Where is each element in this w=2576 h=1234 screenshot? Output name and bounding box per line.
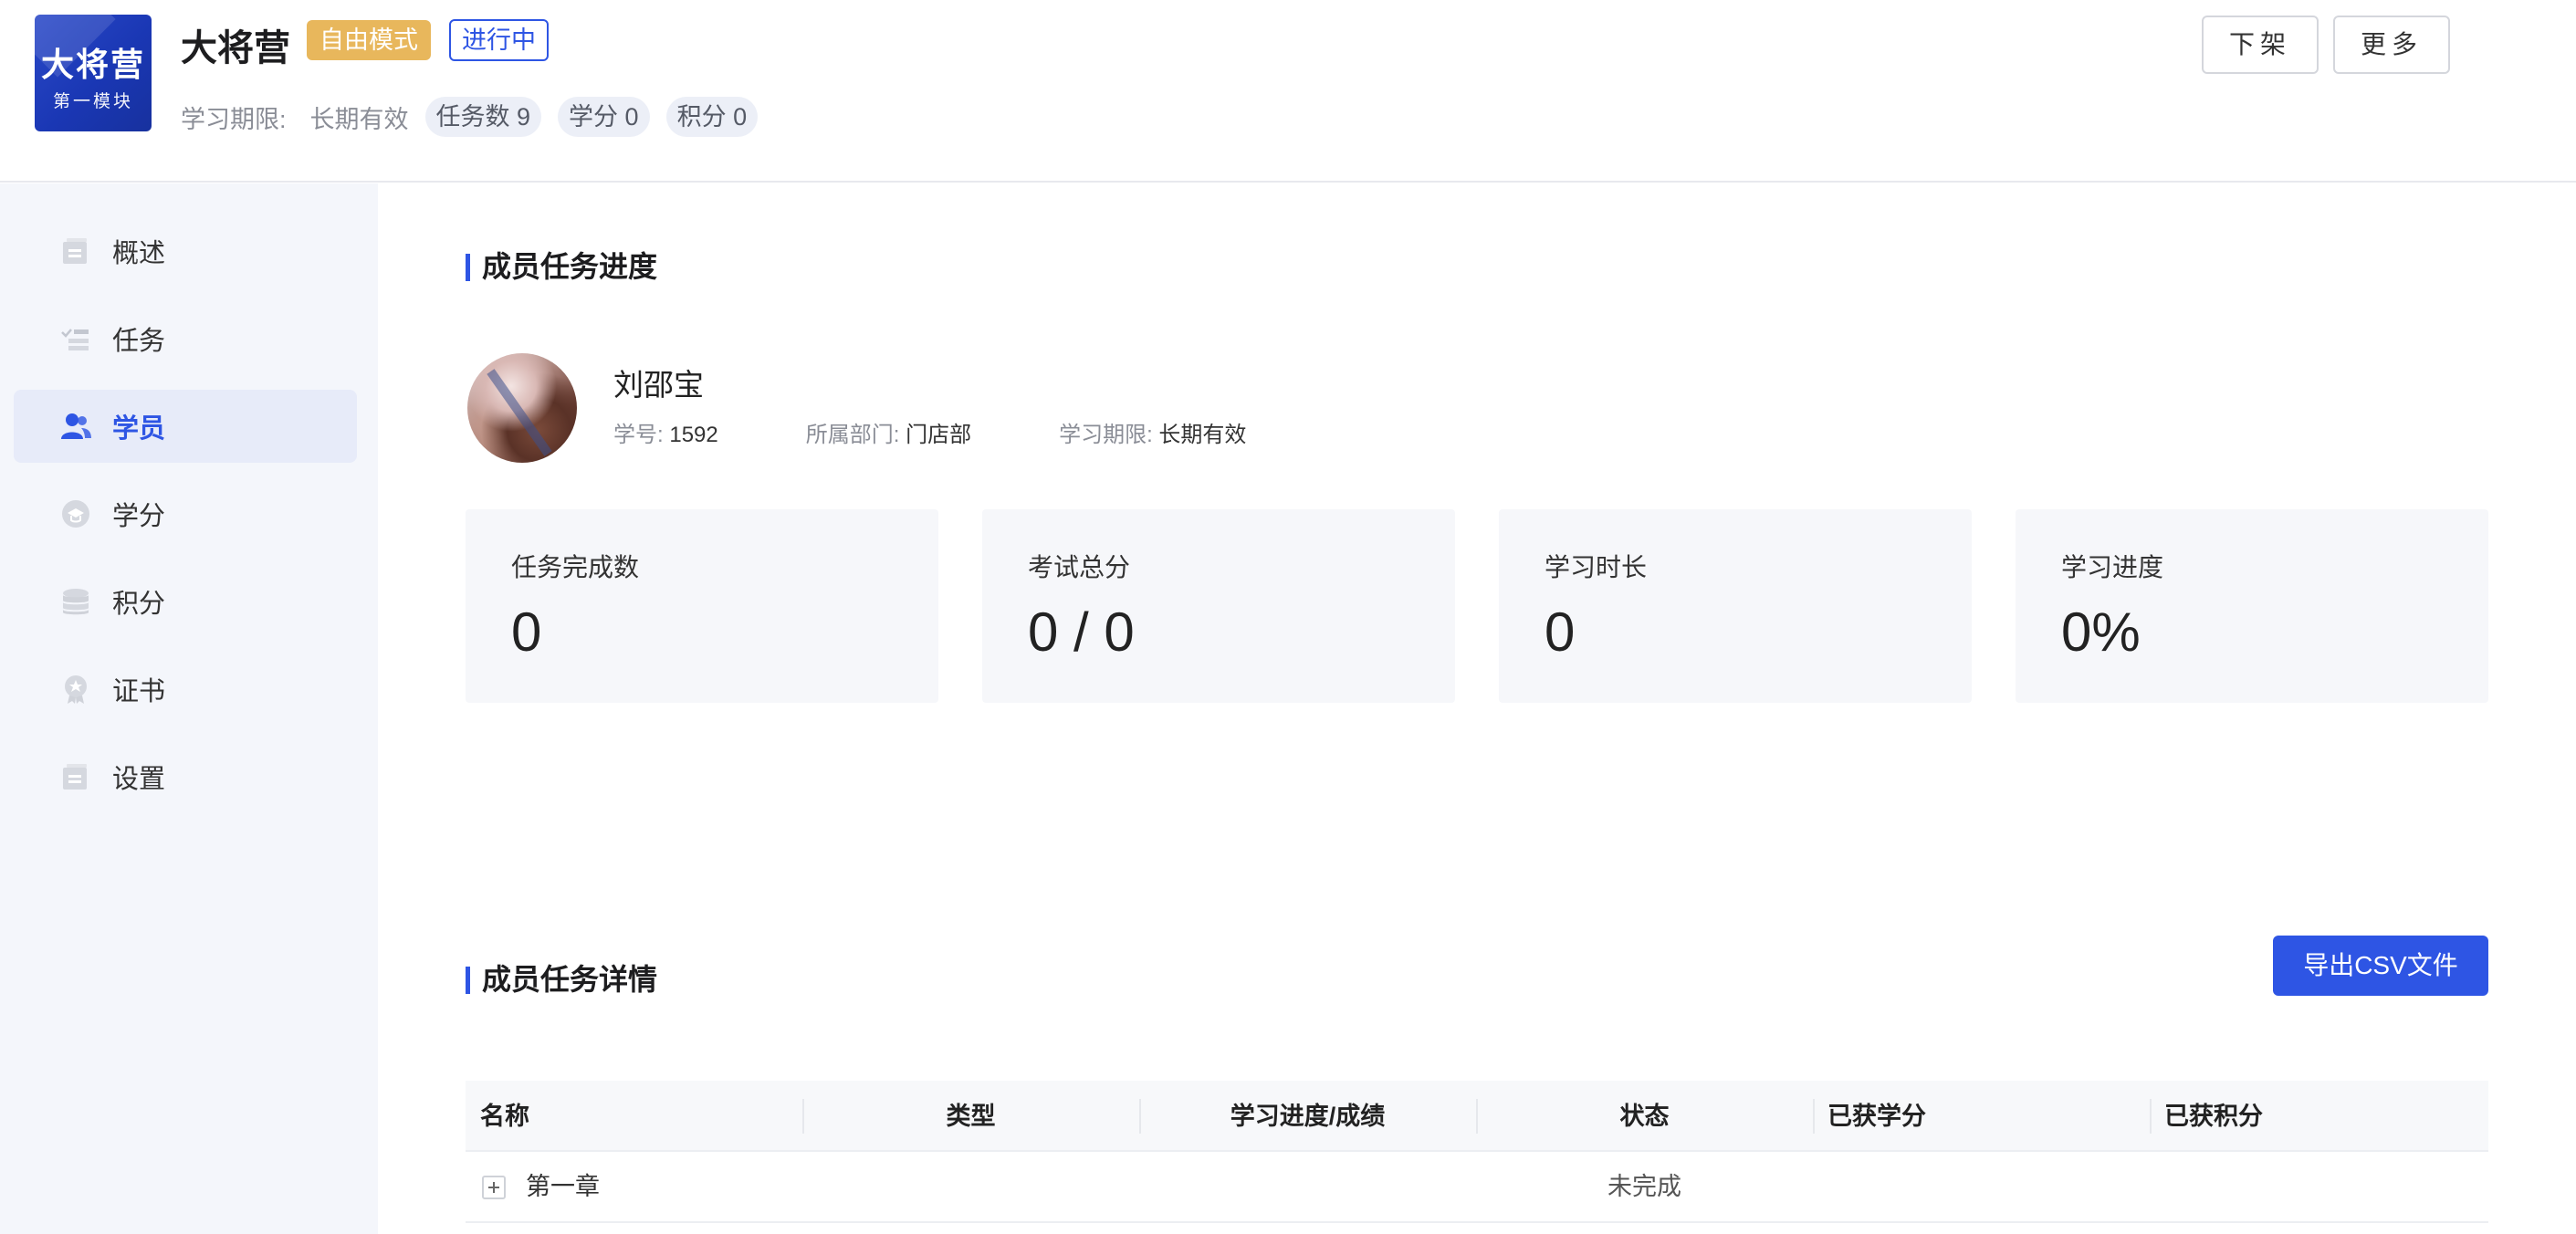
main-content: 成员任务进度 刘邵宝 学号: 1592 所属部门: 门店部 学习期限: 长期有效… — [378, 183, 2576, 1234]
credit-pill: 学分 0 — [558, 97, 650, 137]
stat-label: 学习进度 — [2061, 553, 2164, 581]
cover-title: 大将营 — [40, 46, 145, 84]
stat-value: 0 — [511, 601, 542, 663]
cell-name: 第一章 — [466, 1152, 802, 1221]
stat-label: 学习时长 — [1545, 553, 1648, 581]
sidebar-item-credits[interactable]: 学分 — [14, 477, 357, 550]
sidebar-item-tasks[interactable]: 任务 — [14, 302, 357, 375]
points-icon — [59, 585, 92, 618]
cell-type — [802, 1152, 1139, 1221]
sidebar-item-certificate[interactable]: 证书 — [14, 653, 357, 726]
stat-card-tasks-completed: 任务完成数 0 — [466, 509, 938, 703]
period-value: 长期有效 — [309, 105, 409, 133]
overview-icon — [59, 235, 92, 267]
stat-card-exam-score: 考试总分 0 / 0 — [982, 509, 1455, 703]
table-row: 第一章 未完成 — [466, 1152, 2488, 1223]
member-dept-value: 门店部 — [906, 423, 972, 447]
sidebar-item-points[interactable]: 积分 — [14, 565, 357, 638]
sidebar-item-label: 概述 — [112, 239, 166, 268]
member-meta: 学号: 1592 所属部门: 门店部 学习期限: 长期有效 — [613, 416, 1334, 448]
cell-credits — [1813, 1152, 2150, 1221]
sidebar-item-members[interactable]: 学员 — [14, 390, 357, 463]
sidebar-item-settings[interactable]: 设置 — [14, 740, 357, 813]
cell-points — [2150, 1152, 2487, 1221]
stat-card-study-progress: 学习进度 0% — [2016, 509, 2488, 703]
member-period-label: 学习期限: — [1059, 423, 1153, 447]
credit-icon — [59, 497, 92, 530]
certificate-icon — [59, 673, 92, 706]
sidebar-item-label: 任务 — [112, 327, 166, 356]
mode-tag: 自由模式 — [307, 20, 431, 60]
column-header-type[interactable]: 类型 — [802, 1081, 1139, 1150]
member-id-value: 1592 — [669, 423, 718, 447]
course-meta: 学习期限: 长期有效 任务数 9 学分 0 积分 0 — [181, 96, 774, 138]
chapter-name: 第一章 — [526, 1173, 600, 1200]
sidebar-item-label: 学分 — [112, 502, 166, 531]
member-id: 学号: 1592 — [613, 416, 718, 448]
expand-plus-icon[interactable] — [482, 1176, 506, 1199]
member-id-label: 学号: — [613, 423, 664, 447]
progress-section-title: 成员任务进度 — [466, 250, 657, 283]
cell-status: 未完成 — [1607, 1173, 1681, 1200]
sidebar-item-label: 设置 — [112, 765, 166, 794]
course-cover-image: 大将营 第一模块 — [35, 15, 152, 131]
stat-label: 任务完成数 — [511, 553, 640, 581]
settings-icon — [59, 760, 92, 793]
column-header-credits[interactable]: 已获学分 — [1813, 1081, 2150, 1150]
stat-value: 0 / 0 — [1028, 601, 1135, 663]
sidebar-item-overview[interactable]: 概述 — [14, 214, 357, 288]
member-name: 刘邵宝 — [613, 368, 704, 402]
sidebar: 概述 任务 学员 学分 积分 证书 设置 — [0, 183, 378, 1234]
member-period: 学习期限: 长期有效 — [1059, 416, 1246, 448]
task-list-icon — [59, 322, 92, 355]
details-section-title: 成员任务详情 — [466, 963, 657, 996]
offshelf-button[interactable]: 下架 — [2202, 16, 2319, 74]
task-details-table: 名称 类型 学习进度/成绩 状态 已获学分 已获积分 第一章 未完成 — [466, 1081, 2488, 1223]
cell-progress — [1139, 1152, 1476, 1221]
points-pill: 积分 0 — [665, 97, 759, 137]
sidebar-item-label: 积分 — [112, 590, 166, 619]
avatar — [467, 353, 577, 463]
stat-card-study-time: 学习时长 0 — [1499, 509, 1972, 703]
stat-value: 0 — [1545, 601, 1576, 663]
course-header: 大将营 第一模块 大将营 自由模式 进行中 学习期限: 长期有效 任务数 9 学… — [0, 0, 2576, 183]
export-csv-button[interactable]: 导出CSV文件 — [2273, 936, 2488, 996]
column-header-status[interactable]: 状态 — [1476, 1081, 1813, 1150]
task-count-pill: 任务数 9 — [424, 97, 542, 137]
more-button[interactable]: 更多 — [2333, 16, 2450, 74]
cover-subtitle: 第一模块 — [52, 92, 133, 111]
sidebar-item-label: 证书 — [112, 677, 166, 706]
course-title: 大将营 — [181, 28, 290, 68]
member-dept-label: 所属部门: — [805, 423, 900, 447]
column-header-progress[interactable]: 学习进度/成绩 — [1139, 1081, 1476, 1150]
member-dept: 所属部门: 门店部 — [806, 416, 971, 448]
sidebar-item-label: 学员 — [112, 414, 166, 444]
stat-value: 0% — [2061, 601, 2141, 663]
status-badge: 进行中 — [449, 19, 549, 61]
table-header: 名称 类型 学习进度/成绩 状态 已获学分 已获积分 — [466, 1081, 2488, 1152]
users-icon — [59, 410, 92, 443]
stat-label: 考试总分 — [1028, 553, 1131, 581]
column-header-points[interactable]: 已获积分 — [2150, 1081, 2487, 1150]
column-header-name[interactable]: 名称 — [466, 1081, 802, 1150]
period-label: 学习期限: — [181, 105, 287, 133]
member-period-value: 长期有效 — [1158, 423, 1247, 447]
